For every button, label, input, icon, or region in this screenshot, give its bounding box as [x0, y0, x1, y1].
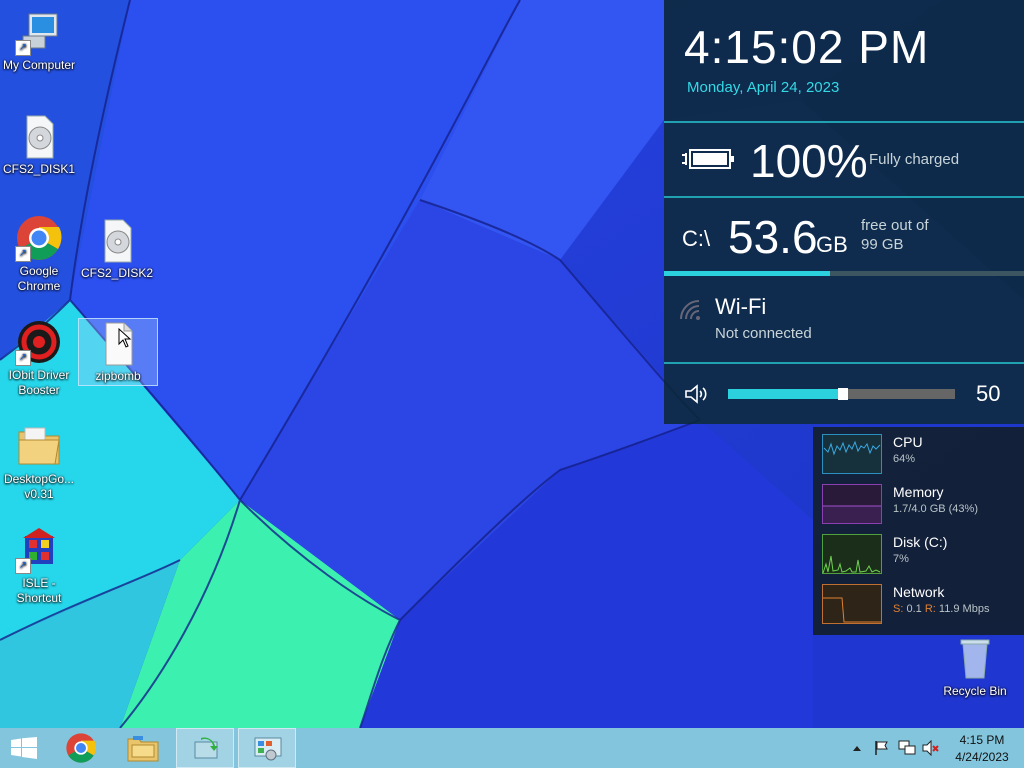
divider: [664, 196, 1024, 198]
disk-usage-bar-fill: [664, 271, 830, 276]
volume-value: 50: [976, 381, 1001, 406]
disk-value: 7%: [893, 553, 909, 565]
taskbar-app-button[interactable]: [176, 728, 234, 768]
disc-image-icon: [15, 112, 63, 160]
mouse-cursor-icon: [118, 328, 132, 348]
network-send-value: 0.1: [906, 603, 922, 615]
folder-icon: [15, 422, 63, 470]
network-tray-icon[interactable]: [898, 740, 916, 756]
resource-monitor-gadget: CPU 64% Memory 1.7/4.0 GB (43%) Disk (C:…: [813, 427, 1024, 635]
show-hidden-icons-chevron-up-icon[interactable]: [852, 744, 862, 752]
monitor-row-network[interactable]: Network S: 0.1 R: 11.9 Mbps: [813, 577, 1024, 625]
taskbar-clock-date[interactable]: 4/24/2023: [952, 750, 1012, 764]
desktop-icon-isle-shortcut[interactable]: ↗ ISLE - Shortcut: [0, 526, 78, 606]
network-receive-label: R:: [924, 603, 936, 615]
wifi-icon: [680, 300, 700, 320]
desktop-icon-label: zipbomb: [95, 369, 141, 383]
taskbar-chrome-button[interactable]: [52, 728, 110, 768]
disk-free-unit: GB: [816, 232, 848, 257]
desktop-icon-recycle-bin[interactable]: Recycle Bin: [936, 634, 1014, 699]
iobit-driver-booster-icon: ↗: [15, 318, 63, 366]
cpu-label: CPU: [893, 434, 923, 450]
shortcut-arrow-icon: ↗: [15, 558, 31, 574]
desktop-icon-iobit-driver-booster[interactable]: ↗ IObit Driver Booster: [0, 318, 78, 398]
battery-percent: 100%: [750, 135, 868, 187]
memory-value: 1.7/4.0 GB (43%): [893, 503, 978, 515]
network-send-label: S:: [893, 603, 904, 615]
desktop-icon-label: Recycle Bin: [943, 684, 1007, 698]
wifi-status: Not connected: [715, 325, 812, 342]
desktop-icon-cfs2-disk1[interactable]: CFS2_DISK1: [0, 112, 78, 177]
taskbar-file-explorer-button[interactable]: [114, 728, 172, 768]
monitor-row-memory[interactable]: Memory 1.7/4.0 GB (43%): [813, 477, 1024, 525]
disk-free-value: 53.6: [728, 211, 818, 263]
network-graph: [822, 584, 882, 624]
clock-time: 4:15:02 PM: [684, 21, 930, 73]
desktop-icon-label: CFS2_DISK1: [2, 162, 76, 176]
disk-free-caption: free out of: [861, 217, 929, 234]
desktop-icon-label: My Computer: [2, 58, 76, 72]
recycle-bin-icon: [951, 634, 999, 682]
disk-drive-letter: C:\: [682, 226, 711, 251]
desktop-icon-google-chrome[interactable]: ↗ Google Chrome: [0, 214, 78, 294]
cpu-value: 64%: [893, 453, 916, 465]
desktop-icon-label: IObit Driver Booster: [8, 368, 70, 397]
disc-image-icon: [93, 216, 141, 264]
desktop-icon-label: Google Chrome: [17, 264, 61, 293]
taskbar-clock-time[interactable]: 4:15 PM: [952, 733, 1012, 747]
taskbar-control-panel-button[interactable]: [238, 728, 296, 768]
memory-label: Memory: [893, 484, 944, 500]
memory-graph: [822, 484, 882, 524]
divider: [664, 121, 1024, 123]
chrome-icon: ↗: [15, 214, 63, 262]
shortcut-arrow-icon: ↗: [15, 350, 31, 366]
volume-slider-fill: [728, 389, 842, 399]
isle-game-icon: ↗: [15, 526, 63, 574]
monitor-row-disk[interactable]: Disk (C:) 7%: [813, 527, 1024, 575]
control-panel-icon: [254, 737, 282, 761]
shortcut-arrow-icon: ↗: [15, 246, 31, 262]
disk-label: Disk (C:): [893, 534, 948, 550]
desktop-icon-label: CFS2_DISK2: [80, 266, 154, 280]
disk-usage-bar: [664, 271, 1024, 276]
network-receive-value: 11.9 Mbps: [938, 603, 990, 615]
network-value: S: 0.1 R: 11.9 Mbps: [893, 603, 989, 615]
volume-slider[interactable]: [728, 388, 955, 400]
monitor-row-cpu[interactable]: CPU 64%: [813, 427, 1024, 475]
app-window-icon: [194, 737, 218, 759]
shortcut-arrow-icon: ↗: [15, 40, 31, 56]
desktop-icon-label: ISLE - Shortcut: [16, 576, 62, 605]
wifi-name: Wi-Fi: [715, 294, 767, 319]
file-explorer-icon: [127, 736, 159, 762]
start-button[interactable]: [0, 728, 48, 768]
network-label: Network: [893, 584, 945, 600]
speaker-icon[interactable]: [684, 383, 710, 405]
taskbar: [0, 728, 1024, 768]
chrome-icon: [66, 733, 96, 763]
desktop-icon-label: DesktopGo... v0.31: [3, 472, 75, 501]
battery-icon: [682, 149, 734, 169]
cpu-graph: [822, 434, 882, 474]
divider: [664, 362, 1024, 364]
desktop-icon-my-computer[interactable]: ↗ My Computer: [0, 8, 78, 73]
disk-graph: [822, 534, 882, 574]
volume-muted-tray-icon[interactable]: [922, 740, 940, 756]
windows-logo-icon: [11, 737, 37, 759]
info-gadget-panel: 4:15:02 PM Monday, April 24, 2023 100% F…: [664, 0, 1024, 424]
battery-status: Fully charged: [869, 151, 960, 168]
desktop-icon-cfs2-disk2[interactable]: CFS2_DISK2: [78, 216, 156, 281]
disk-total: 99 GB: [861, 236, 904, 253]
clock-date: Monday, April 24, 2023: [687, 79, 840, 96]
desktop-icon-desktopgo[interactable]: DesktopGo... v0.31: [0, 422, 78, 502]
computer-icon: ↗: [15, 8, 63, 56]
volume-slider-thumb[interactable]: [837, 388, 848, 400]
action-center-flag-icon[interactable]: [874, 740, 890, 756]
